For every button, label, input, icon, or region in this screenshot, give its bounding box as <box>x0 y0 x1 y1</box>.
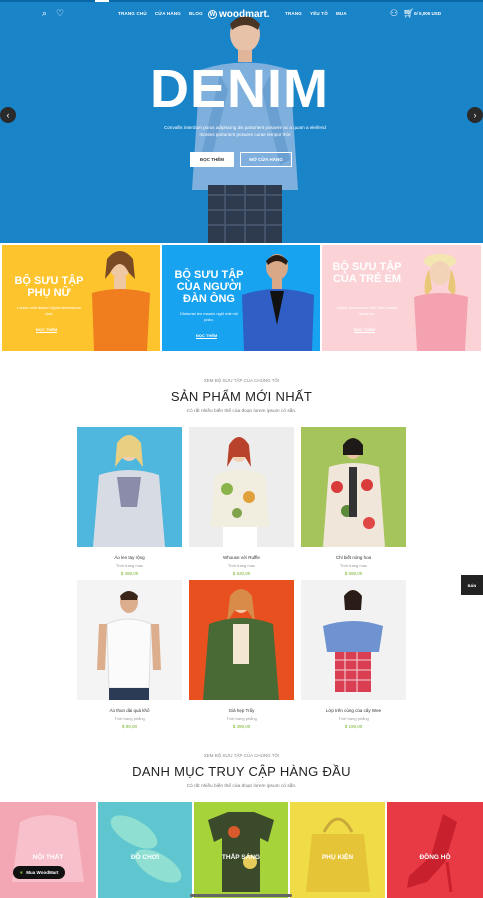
product-name[interactable]: Giả hẹp Trẩy <box>189 708 294 713</box>
product-price: $ 99,00 <box>121 724 137 729</box>
product-category[interactable]: Thời trang màu <box>77 563 182 568</box>
product-name[interactable]: Áo thun dài quá khổ <box>77 708 182 713</box>
product-card[interactable]: Whouse với Ruffle Thời trang màu $ 520,0… <box>189 427 294 576</box>
product-category[interactable]: Thời trang phẳng <box>301 716 406 721</box>
category-tile-furniture[interactable]: NỘI THẤT <box>0 802 96 898</box>
product-image[interactable] <box>301 427 406 547</box>
menu-right: TRANG YẾU TỐ MUA <box>285 11 347 16</box>
hero-subtitle: Convallis interdum purus adipiscing dis … <box>164 125 326 137</box>
product-card[interactable]: Chỉ biết nóng hoa Thời trang màu $ 599,0… <box>301 427 406 576</box>
category-label: ĐỒ CHƠI <box>130 854 160 861</box>
banner-kids[interactable]: BỘ SƯU TẬP CỦA TRẺ EM Ligula elementum f… <box>322 245 481 351</box>
product-category[interactable]: Thời trang màu <box>189 563 294 568</box>
menu-item-home[interactable]: TRANG CHỦ <box>118 11 147 16</box>
product-image[interactable] <box>77 580 182 700</box>
category-tile-lighting[interactable]: THẮP SÁNG <box>194 802 288 898</box>
user-icon[interactable]: ⚇ <box>390 8 398 19</box>
main-navigation: ⌕ ♡ TRANG CHỦ CỬA HÀNG BLOG W woodmart. … <box>0 0 483 30</box>
product-name[interactable]: Lớp trên cùng của cây Wee <box>301 708 406 713</box>
category-lighting-image <box>208 812 274 892</box>
read-more-button[interactable]: ĐỌC THÊM <box>190 152 234 167</box>
search-icon[interactable]: ⌕ <box>42 8 47 19</box>
product-price: $ 520,00 <box>232 571 251 576</box>
hero-slider: ⌕ ♡ TRANG CHỦ CỬA HÀNG BLOG W woodmart. … <box>0 0 483 243</box>
product-name[interactable]: Chỉ biết nóng hoa <box>301 555 406 560</box>
menu-item-blog[interactable]: BLOG <box>189 11 203 16</box>
menu-item-shop[interactable]: CỬA HÀNG <box>155 11 181 16</box>
product-price: $ 199,00 <box>344 724 363 729</box>
category-tile-watches[interactable]: ĐỒNG HỒ <box>387 802 483 898</box>
category-watches-image <box>407 814 457 893</box>
product-card[interactable]: Áo len tay rộng Thời trang màu $ 499,00 <box>77 427 182 576</box>
banner-kids-desc: Ligula elementum felis felis mauris dict… <box>336 305 398 316</box>
banner-men-desc: Dictumst leo mauris ngôi mái nói justo. <box>180 311 238 322</box>
slider-prev-icon[interactable]: ‹ <box>0 107 16 123</box>
new-products-desc: Có rất nhiều biến thể của đoạn lorem ips… <box>186 409 297 414</box>
top-categories-desc: Có rất nhiều biến thể của đoạn lorem ips… <box>186 784 297 789</box>
cart-total[interactable]: 0/ 0,000 USD <box>414 11 441 16</box>
product-image[interactable] <box>189 580 294 700</box>
open-shop-button[interactable]: MỞ CỬA HÀNG <box>240 152 292 167</box>
new-products-kicker: XEM BỘ SƯU TẬP CỦA CHÚNG TÔI <box>203 378 280 383</box>
product-image[interactable] <box>301 580 406 700</box>
product-card[interactable]: Áo thun dài quá khổ Thời trang phẳng $ 9… <box>77 580 182 729</box>
top-categories-title: DANH MỤC TRUY CẬP HÀNG ĐẦU <box>132 764 351 779</box>
slider-next-icon[interactable]: › <box>467 107 483 123</box>
hero-title: DENIM <box>150 59 329 119</box>
product-image[interactable] <box>77 427 182 547</box>
menu-item-elements[interactable]: YẾU TỐ <box>310 11 328 16</box>
category-label: ĐỒNG HỒ <box>419 854 451 861</box>
banner-women-title: BỘ SƯU TẬP PHỤ NỮ <box>14 275 84 299</box>
product-image[interactable] <box>189 427 294 547</box>
banner-women-link[interactable]: ĐỌC THÊM <box>36 327 58 333</box>
banner-kids-title: BỘ SƯU TẬP CỦA TRẺ EM <box>332 261 402 285</box>
site-logo[interactable]: W woodmart. <box>208 9 270 20</box>
horizontal-scrollbar[interactable] <box>190 894 292 897</box>
product-card[interactable]: Giả hẹp Trẩy Thời trang phẳng $ 499,00 <box>189 580 294 729</box>
sale-side-button[interactable]: BÁN <box>461 575 483 595</box>
product-category[interactable]: Thời trang màu <box>301 563 406 568</box>
new-products-title: SẢN PHẨM MỚI NHẤT <box>170 389 313 404</box>
product-price: $ 599,00 <box>344 571 363 576</box>
logo-text: woodmart. <box>219 9 270 20</box>
leaf-icon: ❦ <box>19 869 24 875</box>
product-category[interactable]: Thời trang phẳng <box>77 716 182 721</box>
cart-icon[interactable]: 🛒︎ <box>403 8 414 19</box>
product-price: $ 499,00 <box>120 571 139 576</box>
top-categories-kicker: XEM BỘ SƯU TẬP CỦA CHÚNG TÔI <box>203 753 280 758</box>
menu-left: TRANG CHỦ CỬA HÀNG BLOG <box>118 11 203 16</box>
category-tile-accessories[interactable]: PHỤ KIỆN <box>290 802 385 898</box>
hero-model-image <box>192 16 298 243</box>
buy-woodmart-button[interactable]: ❦ Mua WoodMart <box>13 866 65 879</box>
category-accessories-image <box>306 817 370 892</box>
banner-women[interactable]: BỘ SƯU TẬP PHỤ NỮ Lorem velit dictum lig… <box>2 245 160 351</box>
banner-kids-link[interactable]: ĐỌC THÊM <box>354 327 376 333</box>
product-name[interactable]: Áo len tay rộng <box>77 555 182 560</box>
banner-men[interactable]: BỘ SƯU TẬP CỦA NGƯỜI ĐÀN ÔNG Dictumst le… <box>162 245 320 351</box>
banner-men-link[interactable]: ĐỌC THÊM <box>196 333 218 339</box>
logo-mark-icon: W <box>208 10 217 19</box>
category-label: NỘI THẤT <box>32 854 64 861</box>
heart-icon[interactable]: ♡ <box>56 8 64 19</box>
product-card[interactable]: Lớp trên cùng của cây Wee Thời trang phẳ… <box>301 580 406 729</box>
category-tile-toys[interactable]: ĐỒ CHƠI <box>98 802 192 898</box>
category-label: PHỤ KIỆN <box>321 854 354 861</box>
category-furniture-image <box>12 815 84 882</box>
category-label: THẮP SÁNG <box>221 854 261 861</box>
banner-women-desc: Lorem velit dictum ligula elementum dolo <box>17 305 81 316</box>
product-category[interactable]: Thời trang phẳng <box>189 716 294 721</box>
product-price: $ 499,00 <box>232 724 251 729</box>
menu-item-buy[interactable]: MUA <box>336 11 347 16</box>
buy-woodmart-label: Mua WoodMart <box>26 870 59 875</box>
product-name[interactable]: Whouse với Ruffle <box>189 555 294 560</box>
menu-item-pages[interactable]: TRANG <box>285 11 302 16</box>
category-toys-image <box>110 815 182 883</box>
banner-men-title: BỘ SƯU TẬP CỦA NGƯỜI ĐÀN ÔNG <box>174 269 244 305</box>
